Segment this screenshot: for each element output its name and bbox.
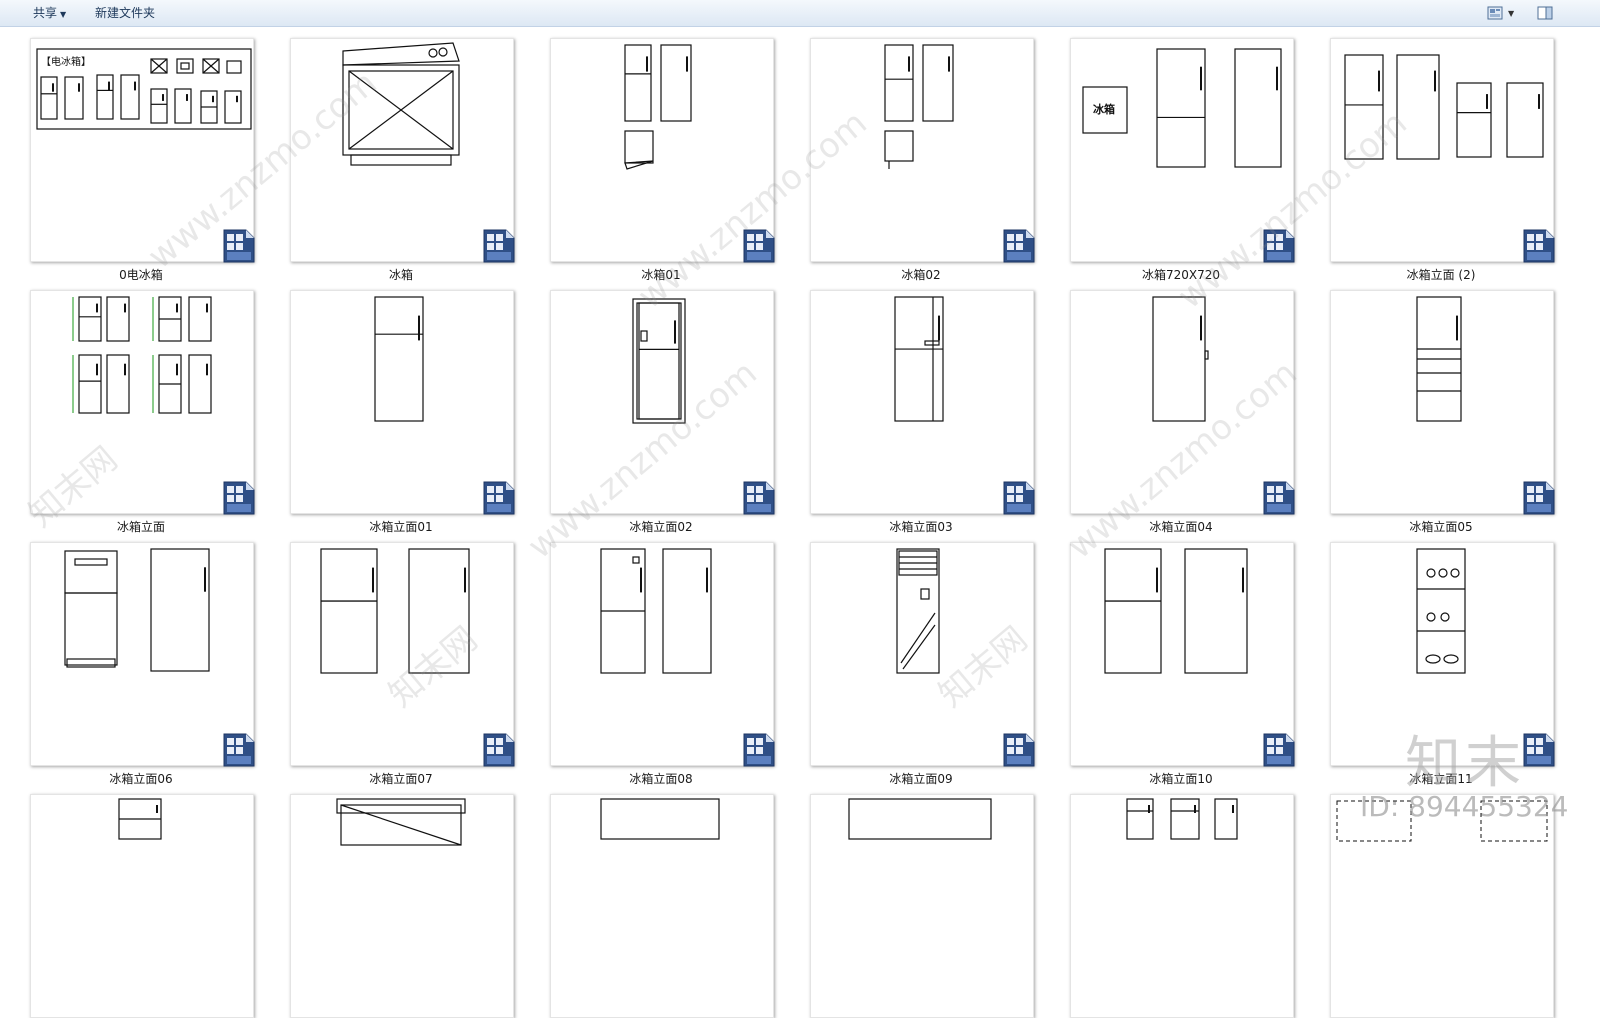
file-name-label: 冰箱立面01: [369, 520, 433, 534]
cad-drawing-preview: [320, 548, 470, 674]
file-thumbnail[interactable]: [810, 794, 1034, 1018]
cad-drawing-preview: [884, 44, 954, 169]
cad-drawing-preview: [118, 798, 162, 840]
file-name-label: 冰箱立面10: [1149, 772, 1213, 786]
file-thumbnail[interactable]: [290, 38, 515, 263]
file-name-label: 冰箱立面09: [889, 772, 953, 786]
cad-drawing-preview: [1416, 296, 1462, 422]
preview-pane-icon[interactable]: [1537, 5, 1553, 20]
dwg-file-icon: [1003, 481, 1035, 515]
file-thumbnail[interactable]: [810, 38, 1035, 263]
dwg-file-icon: [743, 733, 775, 767]
view-dropdown-chevron-icon[interactable]: ▼: [1508, 6, 1514, 22]
cad-drawing-preview: [896, 548, 940, 674]
file-thumbnail[interactable]: [1070, 290, 1295, 515]
fridge-box-text: 冰箱: [1093, 102, 1115, 116]
cad-drawing-preview: [1126, 798, 1238, 840]
cad-drawing-preview: [342, 42, 460, 166]
cad-drawing-preview: [1152, 296, 1209, 422]
file-thumbnail[interactable]: 冰箱: [1070, 38, 1295, 263]
dwg-file-icon: [483, 229, 515, 263]
sheet-header-text: 【电冰箱】: [41, 55, 91, 68]
file-thumbnail[interactable]: [1070, 542, 1295, 767]
file-thumbnail[interactable]: [550, 794, 774, 1018]
file-name-label: 冰箱立面04: [1149, 520, 1213, 534]
cad-drawing-preview: [600, 548, 712, 674]
cad-drawing-preview: [64, 548, 210, 672]
file-name-label: 冰箱立面02: [629, 520, 693, 534]
cad-drawing-preview: [600, 798, 720, 840]
file-name-label: 0电冰箱: [119, 268, 163, 282]
dwg-file-icon: [223, 481, 255, 515]
file-name-label: 冰箱02: [901, 268, 941, 282]
dwg-file-icon: [743, 229, 775, 263]
file-name-label: 冰箱立面06: [109, 772, 173, 786]
dwg-file-icon: [483, 481, 515, 515]
brand-logo: 知末: [1405, 731, 1525, 796]
cad-drawing-preview: [632, 298, 686, 424]
cad-drawing-preview: [894, 296, 944, 422]
resource-id: ID: 894455324: [1360, 790, 1569, 823]
new-folder-label: 新建文件夹: [95, 6, 156, 20]
command-bar: 共享 ▼ 新建文件夹 ▼: [0, 0, 1600, 27]
file-thumbnail[interactable]: [810, 542, 1035, 767]
file-thumbnail[interactable]: [550, 290, 775, 515]
file-name-label: 冰箱立面08: [629, 772, 693, 786]
chevron-down-icon: ▼: [60, 10, 67, 19]
cad-drawing-preview: [1104, 548, 1248, 674]
dwg-file-icon: [1003, 733, 1035, 767]
file-name-label: 冰箱立面 (2): [1406, 268, 1476, 282]
file-name-label: 冰箱: [388, 268, 413, 282]
file-name-label: 冰箱720X720: [1141, 268, 1221, 282]
dwg-file-icon: [1523, 733, 1555, 767]
file-name-label: 冰箱立面07: [369, 772, 433, 786]
dwg-file-icon: [483, 733, 515, 767]
file-thumbnail[interactable]: [290, 542, 515, 767]
cad-drawing-preview: 【电冰箱】: [36, 48, 252, 130]
dwg-file-icon: [1263, 229, 1295, 263]
dwg-file-icon: [1523, 481, 1555, 515]
file-thumbnail[interactable]: [1330, 38, 1555, 263]
file-thumbnail[interactable]: [30, 794, 254, 1018]
view-options-icon[interactable]: [1487, 5, 1503, 20]
file-thumbnail[interactable]: [1330, 290, 1555, 515]
cad-drawing-preview: [848, 798, 992, 840]
dwg-file-icon: [1263, 481, 1295, 515]
file-name-label: 冰箱01: [641, 268, 681, 282]
file-thumbnail[interactable]: [1330, 794, 1554, 1018]
file-name-label: 冰箱立面: [116, 520, 165, 534]
file-thumbnail[interactable]: [1070, 794, 1294, 1018]
file-thumbnail[interactable]: [810, 290, 1035, 515]
cad-drawing-preview: 冰箱: [1082, 48, 1282, 168]
file-list: 【电冰箱】 0电冰箱 冰箱 冰箱01 冰箱02 冰箱 冰箱720X720 冰箱立…: [0, 27, 1600, 1018]
new-folder-button[interactable]: 新建文件夹: [95, 5, 155, 21]
file-thumbnail[interactable]: [290, 794, 514, 1018]
dwg-file-icon: [1263, 733, 1295, 767]
cad-drawing-preview: [374, 296, 424, 422]
file-thumbnail[interactable]: [30, 542, 255, 767]
file-thumbnail[interactable]: [550, 38, 775, 263]
file-name-label: 冰箱立面05: [1409, 520, 1473, 534]
dwg-file-icon: [1523, 229, 1555, 263]
cad-drawing-preview: [336, 798, 466, 846]
share-button[interactable]: 共享 ▼: [33, 5, 66, 21]
file-thumbnail[interactable]: 【电冰箱】: [30, 38, 255, 263]
share-label: 共享: [33, 6, 58, 20]
dwg-file-icon: [223, 733, 255, 767]
file-thumbnail[interactable]: [290, 290, 515, 515]
dwg-file-icon: [223, 229, 255, 263]
cad-drawing-preview: [624, 44, 692, 170]
file-thumbnail[interactable]: [30, 290, 255, 515]
dwg-file-icon: [743, 481, 775, 515]
dwg-file-icon: [1003, 229, 1035, 263]
cad-drawing-preview: [1344, 54, 1544, 160]
cad-drawing-preview: [72, 296, 212, 414]
file-thumbnail[interactable]: [550, 542, 775, 767]
file-name-label: 冰箱立面03: [889, 520, 953, 534]
